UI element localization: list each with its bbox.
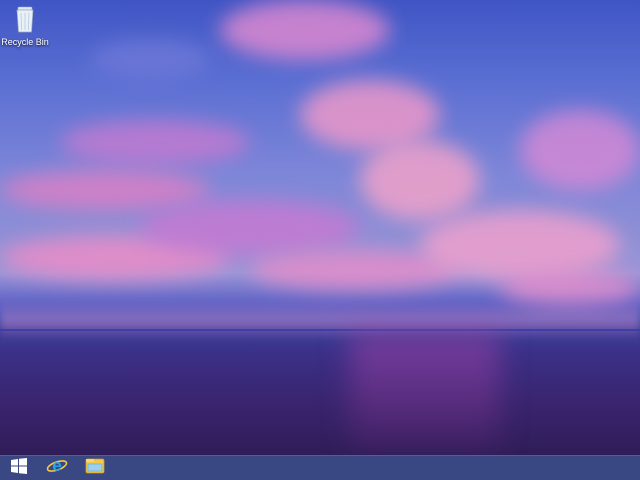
recycle-bin-desktop-icon[interactable]: Recycle Bin — [1, 4, 49, 52]
internet-explorer-icon: e — [46, 455, 68, 480]
start-button[interactable] — [0, 456, 38, 480]
svg-text:e: e — [52, 456, 61, 475]
taskbar: e — [0, 455, 640, 480]
internet-explorer-button[interactable]: e — [38, 456, 76, 480]
recycle-bin-label: Recycle Bin — [1, 37, 49, 47]
file-explorer-button[interactable] — [76, 456, 114, 480]
file-explorer-icon — [84, 456, 106, 480]
desktop-wallpaper: Recycle Bin — [0, 0, 640, 455]
recycle-bin-icon — [13, 4, 37, 36]
windows-start-icon — [10, 457, 28, 480]
